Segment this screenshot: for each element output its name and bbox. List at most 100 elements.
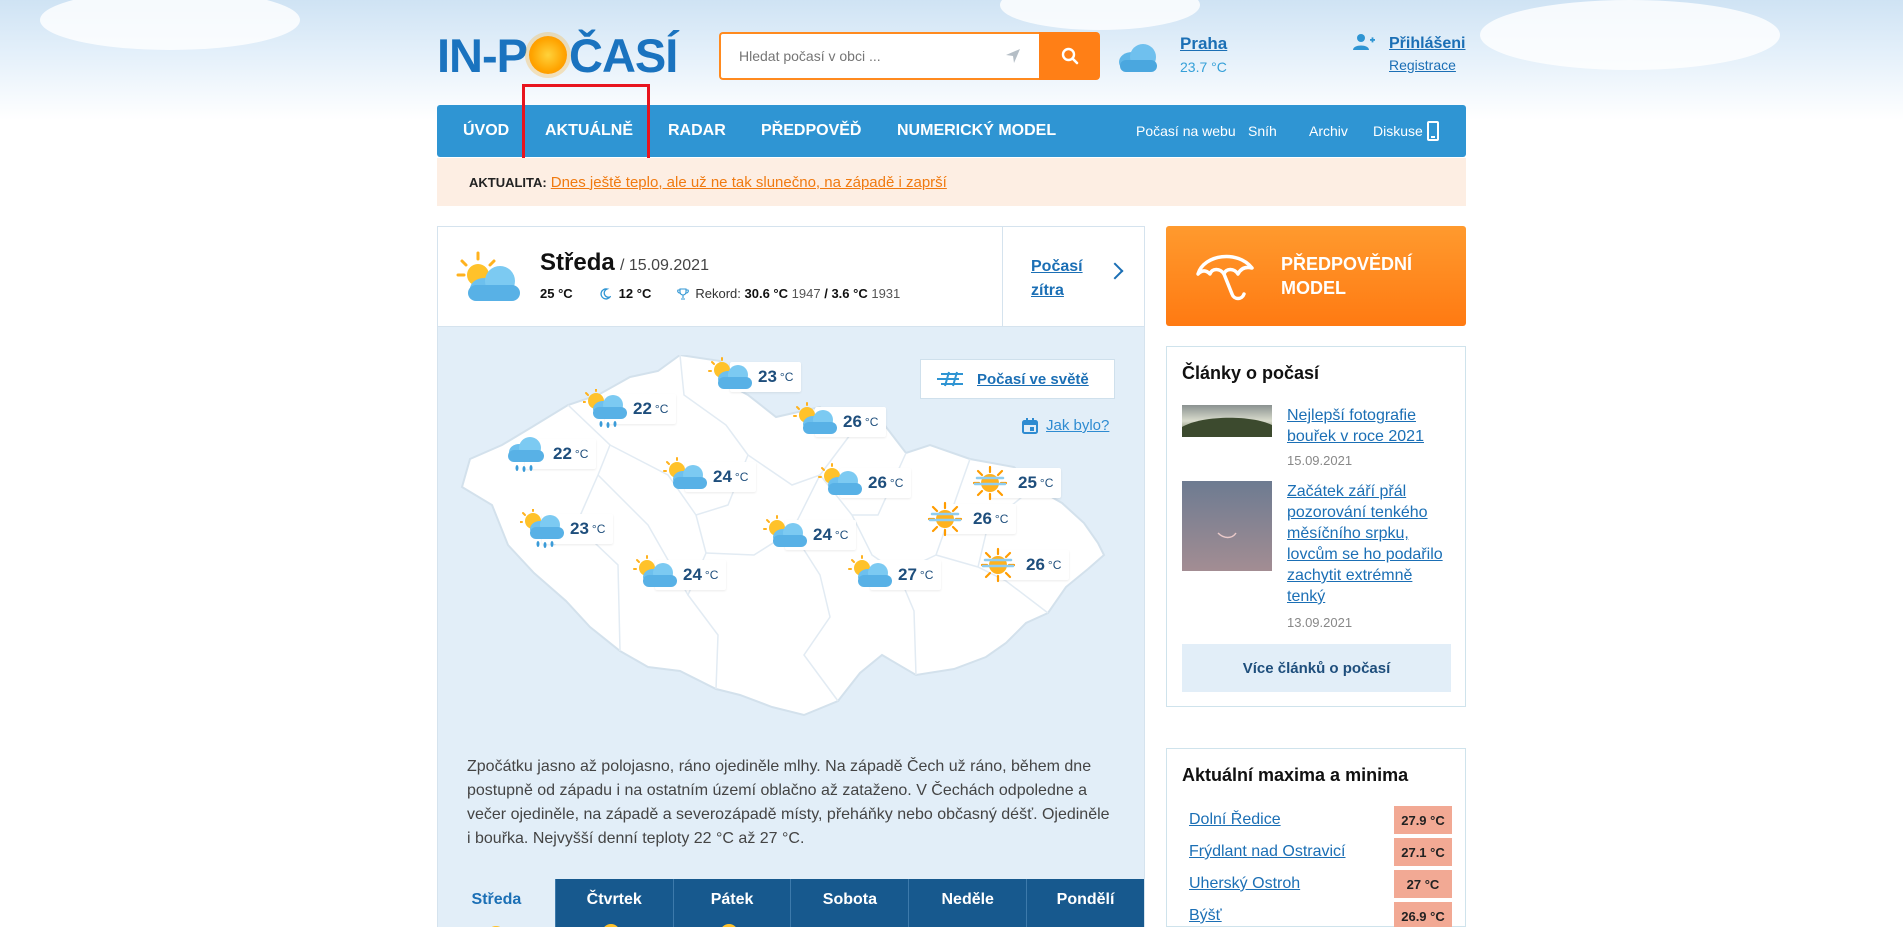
city-temperature-marker[interactable]: 26 °C (976, 545, 1070, 585)
highlight-box (522, 84, 650, 167)
station-link[interactable]: Býšť (1189, 907, 1222, 925)
record-label: Rekord: (695, 286, 741, 301)
forecast-card: Středa / 15.09.2021 25 °C 12 °C Rekord: … (437, 226, 1145, 927)
tab-label: Sobota (822, 891, 877, 908)
city-temperature-marker[interactable]: 22 °C (583, 389, 677, 429)
city-temperature-marker[interactable]: 25 °C (968, 463, 1062, 503)
station-value: 27 °C (1394, 870, 1452, 898)
temperature-unit: °C (734, 470, 749, 484)
articles-panel: Články o počasí Nejlepší fotografie bouř… (1166, 346, 1466, 707)
partly-cloudy-icon (848, 555, 892, 587)
max-min-row: Uherský Ostroh 27 °C (1189, 870, 1452, 898)
max-min-row: Býšť 26.9 °C (1189, 902, 1452, 927)
umbrella-icon (1196, 254, 1254, 301)
history-link[interactable]: Jak bylo? (1022, 417, 1109, 434)
city-temperature-marker[interactable]: 23 °C (520, 509, 614, 549)
nav-item-radar[interactable]: RADAR (668, 105, 726, 157)
max-min-panel: Aktuální maxima a minima Dolní Ředice 27… (1166, 748, 1466, 927)
partly-cloudy-icon (818, 463, 862, 495)
tab-label: Pondělí (1056, 891, 1115, 908)
station-link[interactable]: Dolní Ředice (1189, 811, 1281, 829)
nav-item-diskuse[interactable]: Diskuse (1373, 105, 1423, 157)
city-temperature-marker[interactable]: 26 °C (923, 499, 1017, 539)
partly-cloudy-icon (633, 555, 677, 587)
tab-pondeli[interactable]: Pondělí (1026, 879, 1144, 927)
day-stats: 25 °C 12 °C Rekord: 30.6 °C 1947 / 3.6 °… (540, 286, 900, 301)
nav-item-numericky-model[interactable]: NUMERICKÝ MODEL (897, 105, 1056, 157)
current-city-link[interactable]: Praha (1180, 34, 1227, 54)
partly-cloudy-icon (793, 402, 837, 434)
login-link[interactable]: Přihlášeni (1389, 35, 1465, 53)
tab-patek[interactable]: Pátek (672, 879, 791, 927)
temperature-value: 26 (973, 509, 992, 528)
city-temperature-marker[interactable]: 26 °C (818, 463, 912, 503)
station-value: 27.9 °C (1394, 806, 1452, 834)
trophy-icon (677, 287, 690, 300)
nav-item-snih[interactable]: Sníh (1248, 105, 1277, 157)
temperature-unit: °C (864, 415, 879, 429)
record-max: 30.6 °C (744, 286, 789, 301)
tab-ctvrtek[interactable]: Čtvrtek (554, 879, 673, 927)
register-link[interactable]: Registrace (1389, 57, 1456, 73)
temperature-value: 23 (758, 367, 777, 386)
user-icon (1353, 34, 1375, 50)
temperature-unit: °C (1039, 476, 1054, 490)
tab-label: Pátek (710, 891, 754, 908)
partly-cloudy-icon (456, 251, 520, 301)
search-button[interactable] (1039, 32, 1100, 80)
sun-icon (492, 926, 501, 927)
station-link[interactable]: Frýdlant nad Ostravicí (1189, 843, 1346, 861)
temperature-value: 24 (713, 467, 732, 486)
forecast-description: Zpočátku jasno až polojasno, ráno ojedin… (467, 758, 1110, 847)
city-temperature-marker[interactable]: 26 °C (793, 402, 887, 442)
temperature-value: 24 (683, 565, 702, 584)
temperature-unit: °C (919, 568, 934, 582)
day-date: / 15.09.2021 (620, 257, 709, 274)
more-articles-button[interactable]: Více článků o počasí (1182, 644, 1451, 692)
tab-label: Středa (471, 891, 522, 908)
max-min-row: Frýdlant nad Ostravicí 27.1 °C (1189, 838, 1452, 866)
sun-fog-icon (972, 465, 1008, 501)
city-temperature-marker[interactable]: 24 °C (633, 555, 727, 595)
site-logo[interactable]: IN-P ČASÍ (437, 29, 678, 82)
tab-sobota[interactable]: Sobota (790, 879, 909, 927)
article-title[interactable]: Nejlepší fotografie bouřek v roce 2021 (1287, 405, 1452, 447)
news-link[interactable]: Dnes ještě teplo, ale už ne tak slunečno… (551, 174, 947, 191)
mobile-icon[interactable] (1427, 121, 1439, 141)
forecast-model-promo[interactable]: PŘEDPOVĚDNÍ MODEL (1166, 226, 1466, 326)
location-arrow-icon[interactable] (1005, 48, 1021, 64)
temperature-unit: °C (994, 512, 1009, 526)
city-temperature-marker[interactable]: 23 °C (708, 357, 802, 397)
record-separator: / (824, 286, 828, 301)
temperature-unit: °C (591, 522, 606, 536)
city-temperature-marker[interactable]: 24 °C (663, 457, 757, 497)
article-title[interactable]: Začátek září přál pozorování tenkého měs… (1287, 481, 1452, 607)
nav-item-uvod[interactable]: ÚVOD (463, 105, 509, 157)
news-label: AKTUALITA: (469, 174, 547, 190)
storm-photo-thumbnail[interactable] (1182, 405, 1272, 437)
nav-item-pocasi-na-webu[interactable]: Počasí na webu (1136, 105, 1236, 157)
record-max-year: 1947 (791, 286, 821, 301)
city-temperature-marker[interactable]: 24 °C (763, 515, 857, 555)
nav-item-archiv[interactable]: Archiv (1309, 105, 1348, 157)
world-weather-link[interactable]: Počasí ve světě (920, 359, 1115, 399)
partly-cloudy-icon (708, 357, 752, 389)
nav-item-predpoved[interactable]: PŘEDPOVĚĎ (761, 105, 861, 157)
tab-streda[interactable]: Středa (438, 879, 555, 927)
city-temperature-marker[interactable]: 27 °C (848, 555, 942, 595)
max-min-title: Aktuální maxima a minima (1182, 765, 1409, 785)
temperature-value: 25 (1018, 473, 1037, 492)
temperature-unit: °C (574, 447, 589, 461)
station-link[interactable]: Uherský Ostroh (1189, 875, 1300, 893)
tomorrow-label: Počasí zítra (1031, 258, 1083, 299)
tab-nedele[interactable]: Neděle (908, 879, 1027, 927)
tab-label: Čtvrtek (586, 891, 642, 908)
promo-label: PŘEDPOVĚDNÍ MODEL (1281, 254, 1413, 298)
city-temperature-marker[interactable]: 22 °C (503, 434, 597, 474)
tomorrow-link[interactable]: Počasí zítra (1002, 227, 1144, 327)
search-input[interactable] (739, 48, 989, 64)
temperature-value: 23 (570, 519, 589, 538)
moon-crescent-photo-thumbnail[interactable] (1182, 481, 1272, 571)
sun-rain-icon (520, 509, 564, 548)
partly-cloudy-icon (722, 924, 736, 927)
